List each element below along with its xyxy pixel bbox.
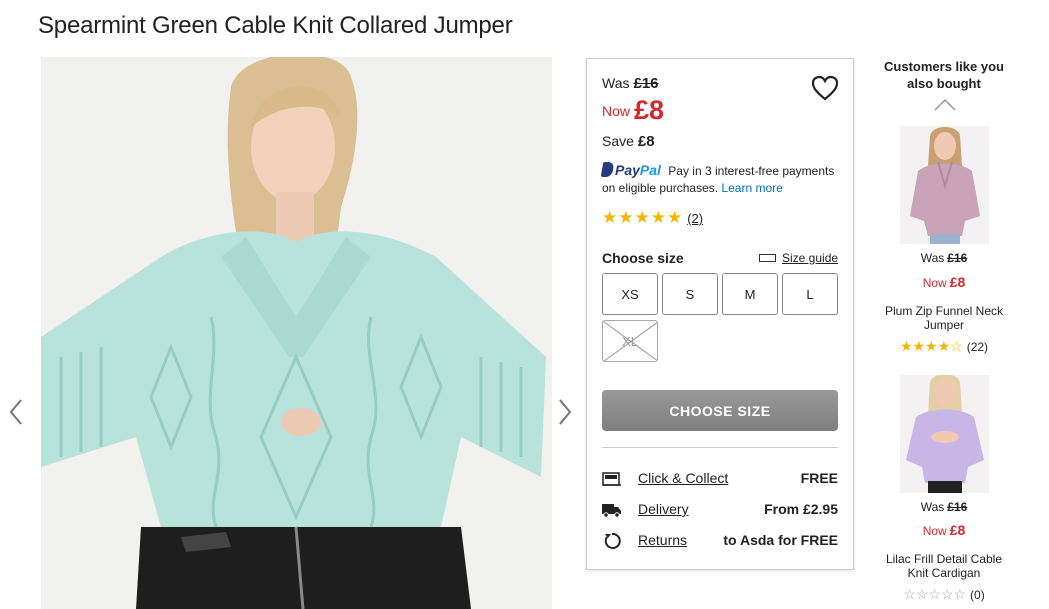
recommendation-image-plum-jumper[interactable] <box>900 126 989 244</box>
size-option-xl-unavailable[interactable]: XL <box>602 320 658 362</box>
product-main-image[interactable] <box>41 57 552 609</box>
truck-icon <box>602 501 622 519</box>
now-price-value: £8 <box>634 95 665 125</box>
delivery-option-click-collect: Click & Collect FREE <box>602 469 838 489</box>
delivery-price: From £2.95 <box>764 501 838 517</box>
delivery-link[interactable]: Delivery <box>638 501 689 517</box>
recommendation-was-price: Was £16 <box>920 500 968 514</box>
review-count-link[interactable]: (2) <box>687 211 703 226</box>
chevron-up-icon[interactable] <box>934 98 956 111</box>
ruler-icon <box>759 254 776 262</box>
star-icons: ★★★★★ <box>602 208 684 227</box>
choose-size-button[interactable]: CHOOSE SIZE <box>602 390 838 431</box>
recommendation-review-count: (0) <box>970 588 985 602</box>
recommendation-rating: ★★★★☆ (22) <box>878 338 1010 355</box>
click-collect-link[interactable]: Click & Collect <box>638 470 728 486</box>
now-price: Now £8 <box>602 95 664 126</box>
rating-stars: ★★★★★ (2) <box>602 208 703 228</box>
recommendation-now-price: Now £8 <box>922 522 966 538</box>
size-guide-link[interactable]: Size guide <box>759 251 838 265</box>
recommendation-was-price: Was £16 <box>920 251 968 265</box>
recommendation-review-count: (22) <box>966 340 989 354</box>
save-amount-value: £8 <box>637 133 655 150</box>
now-label: Now <box>602 103 631 119</box>
previous-image-arrow-icon[interactable] <box>8 398 24 426</box>
recommendation-now-price: Now £8 <box>922 274 966 290</box>
wishlist-heart-icon[interactable] <box>811 75 839 101</box>
size-option-l[interactable]: L <box>782 273 838 315</box>
returns-info: to Asda for FREE <box>723 532 838 548</box>
paypal-learn-more-link[interactable]: Learn more <box>721 181 782 195</box>
save-label: Save <box>602 133 634 149</box>
store-icon <box>602 470 622 488</box>
save-amount: Save £8 <box>602 133 655 150</box>
recommendation-name-link[interactable]: Plum Zip Funnel Neck Jumper <box>878 304 1010 332</box>
recommendations-title: Customers like you also bought <box>884 59 1004 91</box>
paypal-banner: PayPal Pay in 3 interest-free payments o… <box>600 162 847 197</box>
was-label: Was <box>602 75 630 91</box>
recommendation-rating: ☆☆☆☆☆ (0) <box>878 586 1010 603</box>
returns-link[interactable]: Returns <box>638 532 687 548</box>
page-title: Spearmint Green Cable Knit Collared Jump… <box>38 12 513 39</box>
was-price-value: £16 <box>633 75 659 92</box>
recommendation-image-lilac-cardigan[interactable] <box>900 375 989 493</box>
star-icons: ★★★★☆ <box>899 338 963 354</box>
delivery-option-returns: Returns to Asda for FREE <box>602 531 838 551</box>
choose-size-label: Choose size <box>602 250 684 266</box>
paypal-logo: PayPal <box>600 162 661 178</box>
star-icons: ☆☆☆☆☆ <box>903 586 967 602</box>
next-image-arrow-icon[interactable] <box>557 398 573 426</box>
size-option-m[interactable]: M <box>722 273 778 315</box>
was-price: Was £16 <box>602 75 659 92</box>
buy-box: Was £16 Now £8 Save £8 PayPal Pay in 3 inte… <box>586 58 854 570</box>
size-option-xs[interactable]: XS <box>602 273 658 315</box>
delivery-option-delivery: Delivery From £2.95 <box>602 500 838 520</box>
click-collect-price: FREE <box>800 470 838 486</box>
paypal-p-icon <box>600 162 615 177</box>
recommendations-panel: Customers like you also bought Was £16 No… <box>878 58 1010 602</box>
return-icon <box>602 532 622 550</box>
recommendation-name-link[interactable]: Lilac Frill Detail Cable Knit Cardigan <box>878 552 1010 580</box>
divider <box>602 447 838 448</box>
size-option-s[interactable]: S <box>662 273 718 315</box>
